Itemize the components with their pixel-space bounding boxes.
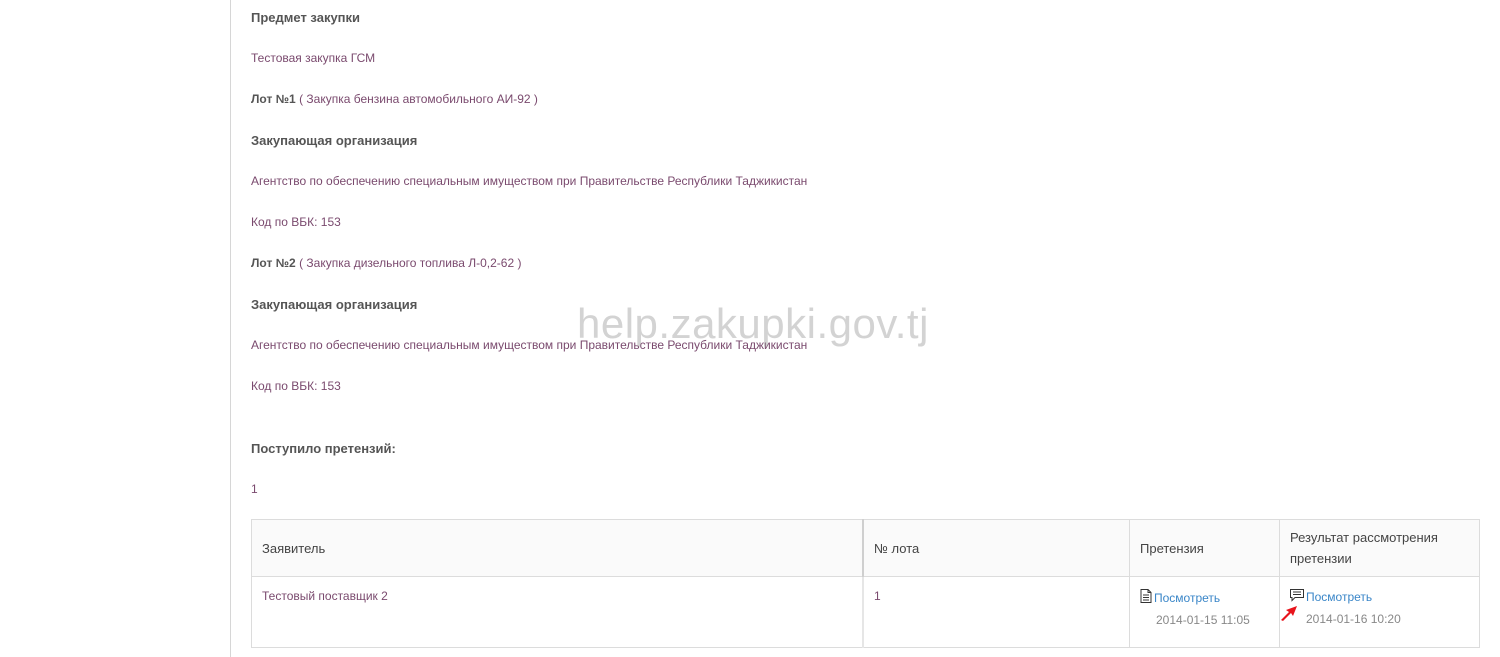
comment-icon xyxy=(1290,589,1304,605)
subject-heading: Предмет закупки xyxy=(251,10,361,25)
cell-lot[interactable]: 1 xyxy=(862,576,1130,648)
lot-2-vbk: Код по ВБК: 153 xyxy=(251,379,341,393)
col-lot: № лота xyxy=(862,519,1130,577)
claim-view-link[interactable]: Посмотреть xyxy=(1154,591,1220,605)
claims-count: 1 xyxy=(251,482,258,496)
result-view-link[interactable]: Посмотреть xyxy=(1306,590,1372,604)
red-arrow-icon xyxy=(1280,605,1298,624)
claims-table-header: Заявитель № лота Претензия Результат рас… xyxy=(251,519,1480,577)
lot-1-org-heading: Закупающая организация xyxy=(251,133,418,148)
lot-1-vbk: Код по ВБК: 153 xyxy=(251,215,341,229)
col-claim: Претензия xyxy=(1129,519,1280,577)
lot-1-desc: ( Закупка бензина автомобильного АИ-92 ) xyxy=(299,92,538,106)
lot-2-desc: ( Закупка дизельного топлива Л-0,2-62 ) xyxy=(299,256,522,270)
document-icon xyxy=(1140,589,1152,606)
col-applicant: Заявитель xyxy=(251,519,864,577)
lot-1-label: Лот №1 xyxy=(251,92,296,106)
table-row: Тестовый поставщик 2 1 Посмотреть 2014-0… xyxy=(251,576,1480,648)
lot-1-title: Лот №1 ( Закупка бензина автомобильного … xyxy=(251,92,538,106)
watermark: help.zakupki.gov.tj xyxy=(577,300,929,347)
cell-result: Посмотреть 2014-01-16 10:20 xyxy=(1279,576,1480,648)
claim-date: 2014-01-15 11:05 xyxy=(1156,613,1250,627)
lot-2-title: Лот №2 ( Закупка дизельного топлива Л-0,… xyxy=(251,256,521,270)
lot-2-org-heading: Закупающая организация xyxy=(251,297,418,312)
result-date: 2014-01-16 10:20 xyxy=(1306,612,1401,626)
cell-claim: Посмотреть 2014-01-15 11:05 xyxy=(1129,576,1280,648)
lot-1-org-name: Агентство по обеспечению специальным иму… xyxy=(251,174,808,188)
claims-heading: Поступило претензий: xyxy=(251,441,396,456)
col-result: Результат рассмотрения претензии xyxy=(1279,519,1480,577)
cell-applicant: Тестовый поставщик 2 xyxy=(251,576,864,648)
lot-2-label: Лот №2 xyxy=(251,256,296,270)
subject-value: Тестовая закупка ГСМ xyxy=(251,51,376,65)
left-column-border xyxy=(230,0,231,657)
claims-table: Заявитель № лота Претензия Результат рас… xyxy=(251,519,1480,648)
